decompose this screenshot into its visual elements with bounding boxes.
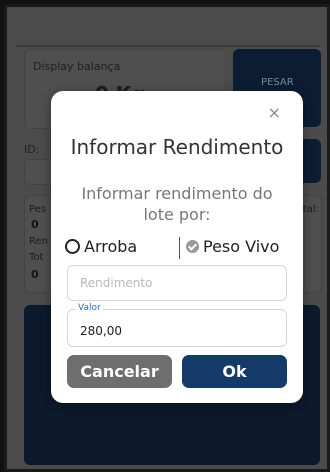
pesar-button-label: PESAR <box>261 77 294 88</box>
valor-floating-label: Valor <box>76 303 103 313</box>
radio-peso-vivo-label: Peso Vivo <box>203 237 280 256</box>
informar-rendimento-dialog: × Informar Rendimento Informar rendiment… <box>51 91 303 403</box>
info-line-weight-value: 0 <box>31 218 39 231</box>
check-circle-icon <box>186 240 199 253</box>
radio-divider <box>179 237 180 259</box>
close-icon[interactable]: × <box>268 103 281 122</box>
header-divider <box>15 45 319 47</box>
info-line-yield-label: Ren <box>29 236 48 247</box>
radio-arroba-label: Arroba <box>84 237 138 256</box>
info-line-weight-label: Pes <box>29 204 47 215</box>
app-frame: Display balança 0 Kg PESAR ID: Pes 0 Ren… <box>4 4 330 472</box>
rendimento-input[interactable]: Rendimento <box>67 265 287 301</box>
dialog-title: Informar Rendimento <box>70 135 284 159</box>
id-label: ID: <box>24 143 40 156</box>
radio-arroba[interactable]: Arroba <box>65 237 137 256</box>
cancel-button[interactable]: Cancelar <box>67 355 172 388</box>
dialog-subtitle: Informar rendimento do lote por: <box>81 184 273 224</box>
info-line-total-value: 0 <box>31 268 39 281</box>
yield-type-radio-group: Arroba Peso Vivo <box>65 237 289 259</box>
valor-input[interactable]: Valor 280,00 <box>67 303 287 347</box>
info-line-total-label: Tot <box>29 252 44 263</box>
radio-peso-vivo[interactable]: Peso Vivo <box>186 237 279 256</box>
radio-unselected-icon <box>65 239 80 254</box>
scale-display-label: Display balança <box>33 60 121 73</box>
valor-value: 280,00 <box>80 324 122 338</box>
ok-button[interactable]: Ok <box>182 355 287 388</box>
rendimento-placeholder: Rendimento <box>80 276 153 290</box>
info-total-label: tal: <box>302 204 319 215</box>
